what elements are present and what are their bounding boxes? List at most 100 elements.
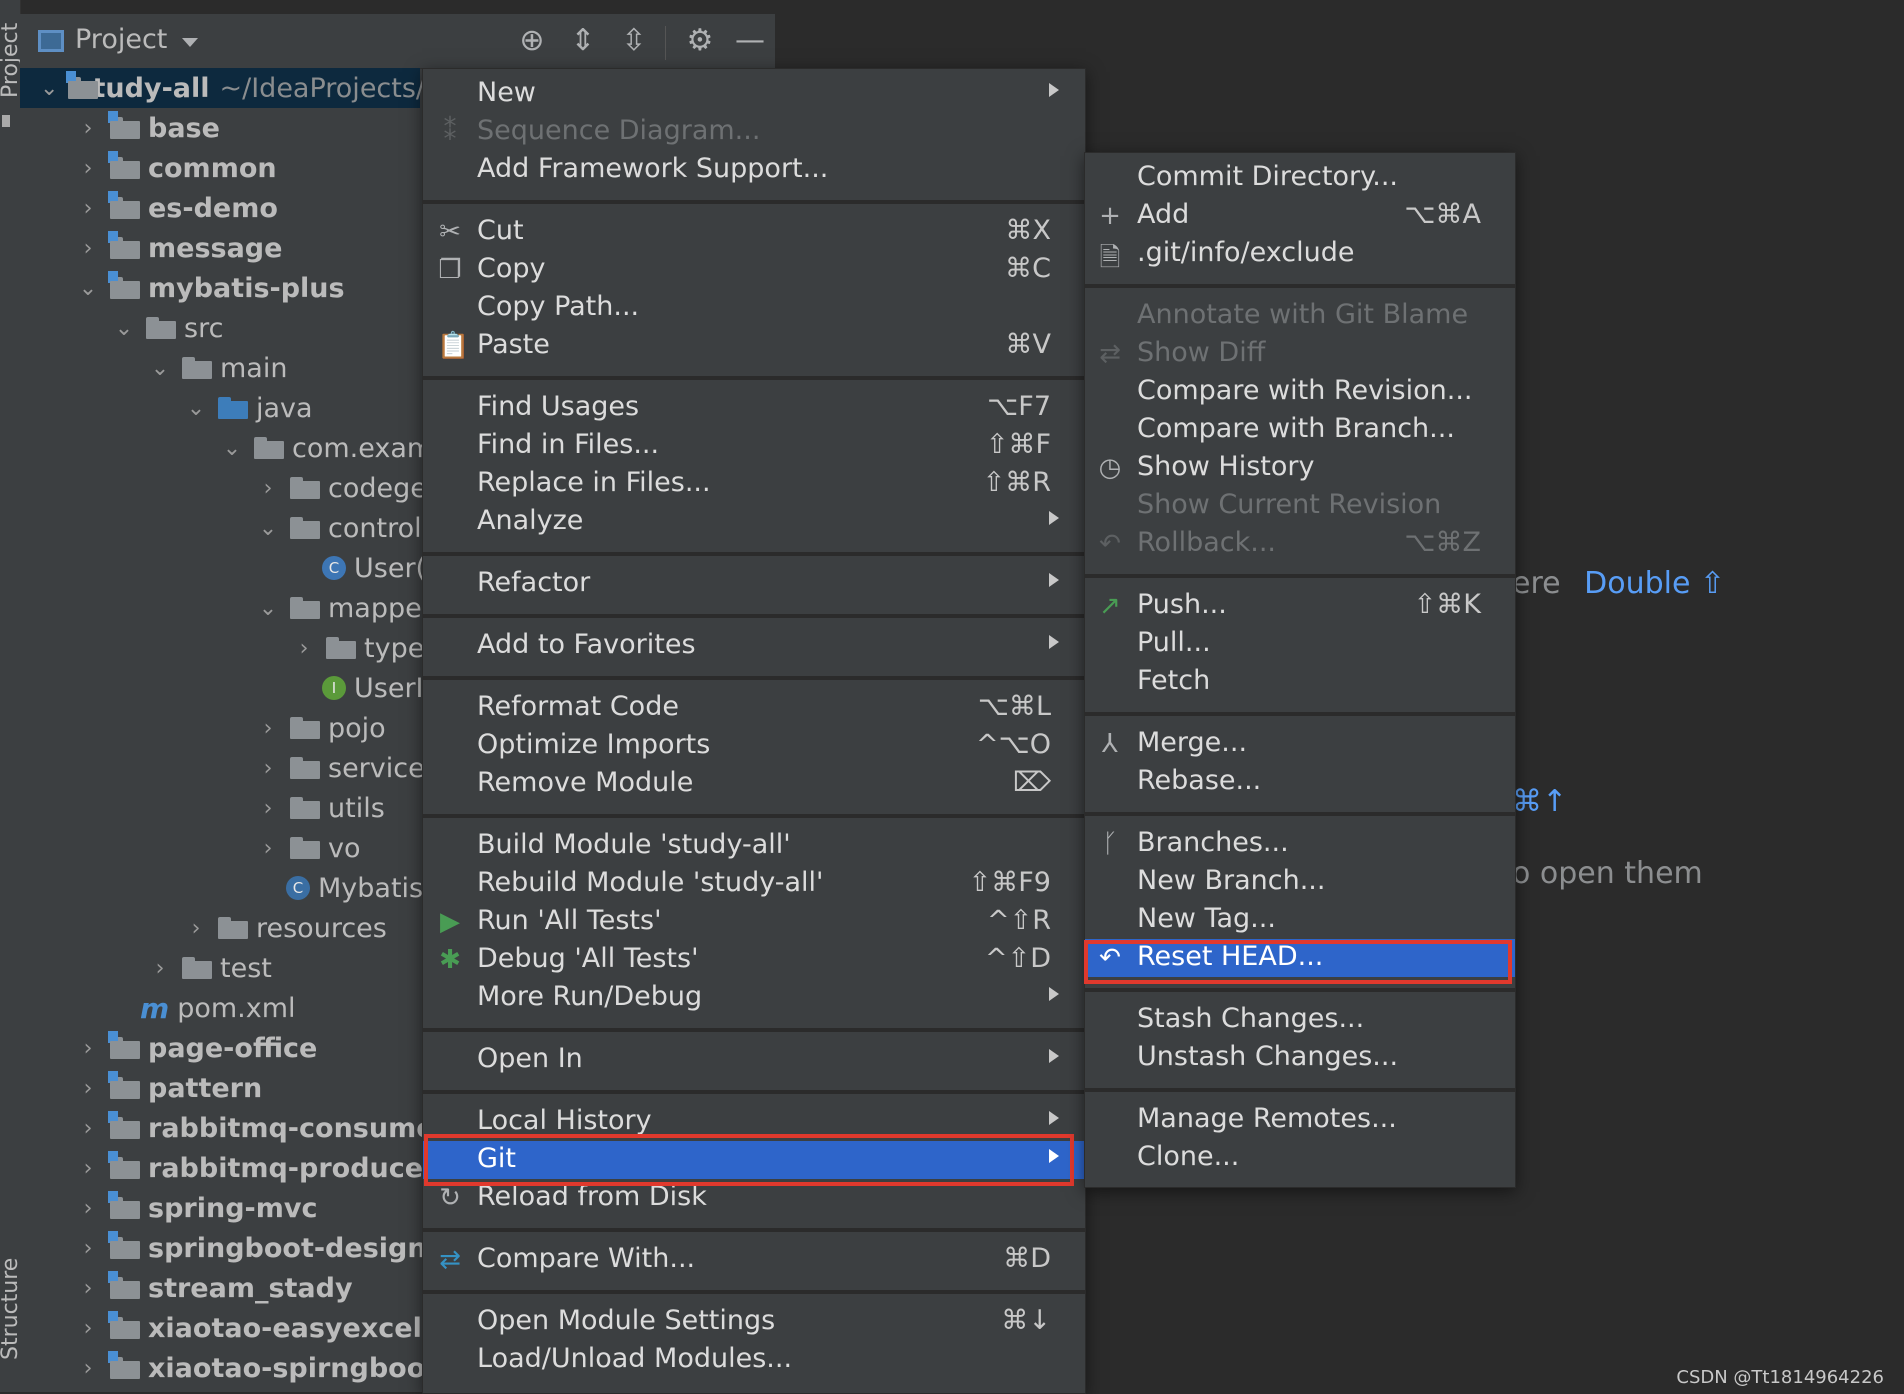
git-item-add[interactable]: + Add ⌥⌘A [1085, 197, 1515, 235]
tree-node-root[interactable]: ⌄ study-all ~/IdeaProjects/ [20, 68, 425, 108]
tree-node-folder[interactable]: › test [20, 948, 272, 988]
tree-node-package[interactable]: ⌄ controlle [20, 508, 446, 548]
menu-item-rebuild-module[interactable]: Rebuild Module 'study-all' ⇧⌘F9 [423, 865, 1085, 903]
chevron-down-icon[interactable]: ⌄ [148, 356, 172, 381]
menu-item-copy[interactable]: ❐ Copy ⌘C [423, 251, 1085, 289]
tree-node-module[interactable]: › rabbitmq-consumer [20, 1108, 448, 1148]
tree-node-module[interactable]: › common [20, 148, 277, 188]
menu-item-debug-all-tests[interactable]: ✱ Debug 'All Tests' ^⇧D [423, 941, 1085, 979]
tree-node-package[interactable]: › service [20, 748, 425, 788]
chevron-right-icon[interactable]: › [256, 796, 280, 821]
menu-item-load-unload-modules[interactable]: Load/Unload Modules... [423, 1341, 1085, 1379]
git-item-stash[interactable]: Stash Changes... [1085, 1001, 1515, 1039]
chevron-down-icon[interactable]: ⌄ [256, 596, 280, 621]
tree-node-folder[interactable]: › resources [20, 908, 387, 948]
chevron-right-icon[interactable]: › [76, 1116, 100, 1141]
menu-item-more-run-debug[interactable]: More Run/Debug [423, 979, 1085, 1017]
chevron-down-icon[interactable] [182, 38, 198, 47]
chevron-down-icon[interactable]: ⌄ [220, 436, 244, 461]
menu-item-build-module[interactable]: Build Module 'study-all' [423, 827, 1085, 865]
chevron-right-icon[interactable]: › [76, 156, 100, 181]
menu-item-add-to-favorites[interactable]: Add to Favorites [423, 627, 1085, 665]
chevron-right-icon[interactable]: › [76, 1356, 100, 1381]
menu-item-reformat-code[interactable]: Reformat Code ⌥⌘L [423, 689, 1085, 727]
git-item-fetch[interactable]: Fetch [1085, 663, 1515, 701]
project-view-title[interactable]: Project [75, 24, 167, 55]
tree-node-module[interactable]: › xiaotao-easyexcel [20, 1308, 422, 1348]
menu-item-compare-with[interactable]: ⇄ Compare With... ⌘D [423, 1241, 1085, 1279]
tree-node-package[interactable]: › pojo [20, 708, 386, 748]
tree-node-module[interactable]: › stream_stady [20, 1268, 353, 1308]
tree-node-module[interactable]: › base [20, 108, 220, 148]
menu-item-cut[interactable]: ✂ Cut ⌘X [423, 213, 1085, 251]
git-item-show-history[interactable]: ◷ Show History [1085, 449, 1515, 487]
gear-icon[interactable]: ⚙ [680, 20, 720, 60]
chevron-down-icon[interactable]: ⌄ [76, 276, 100, 301]
chevron-right-icon[interactable]: › [256, 836, 280, 861]
menu-item-remove-module[interactable]: Remove Module ⌦ [423, 765, 1085, 803]
chevron-down-icon[interactable]: ⌄ [184, 396, 208, 421]
menu-item-run-all-tests[interactable]: ▶ Run 'All Tests' ^⇧R [423, 903, 1085, 941]
menu-item-paste[interactable]: 📋 Paste ⌘V [423, 327, 1085, 365]
locate-icon[interactable]: ⊕ [512, 20, 552, 60]
menu-item-find-usages[interactable]: Find Usages ⌥F7 [423, 389, 1085, 427]
git-item-clone[interactable]: Clone... [1085, 1139, 1515, 1177]
tree-node-class[interactable]: C User( [20, 548, 426, 588]
git-item-manage-remotes[interactable]: Manage Remotes... [1085, 1101, 1515, 1139]
tree-node-package[interactable]: › utils [20, 788, 385, 828]
git-item-new-branch[interactable]: New Branch... [1085, 863, 1515, 901]
chevron-right-icon[interactable]: › [256, 716, 280, 741]
menu-item-optimize-imports[interactable]: Optimize Imports ^⌥O [423, 727, 1085, 765]
git-item-new-tag[interactable]: New Tag... [1085, 901, 1515, 939]
git-item-exclude[interactable]: 🗎 .git/info/exclude [1085, 235, 1515, 273]
git-item-unstash[interactable]: Unstash Changes... [1085, 1039, 1515, 1077]
git-item-merge[interactable]: ⅄ Merge... [1085, 725, 1515, 763]
tree-node-package[interactable]: ⌄ mapper [20, 588, 433, 628]
menu-item-add-framework-support[interactable]: Add Framework Support... [423, 151, 1085, 189]
chevron-right-icon[interactable]: › [76, 1036, 100, 1061]
chevron-right-icon[interactable]: › [76, 1276, 100, 1301]
chevron-right-icon[interactable]: › [76, 1316, 100, 1341]
menu-item-find-in-files[interactable]: Find in Files... ⇧⌘F [423, 427, 1085, 465]
menu-item-open-module-settings[interactable]: Open Module Settings ⌘↓ [423, 1303, 1085, 1341]
tree-node-interface[interactable]: I UserI [20, 668, 424, 708]
tree-node-module[interactable]: › message [20, 228, 282, 268]
chevron-down-icon[interactable]: ⌄ [112, 316, 136, 341]
tree-node-folder[interactable]: ⌄ java [20, 388, 313, 428]
chevron-down-icon[interactable]: ⌄ [256, 516, 280, 541]
tree-node-module[interactable]: › pattern [20, 1068, 262, 1108]
tree-node-class[interactable]: C Mybatis [20, 868, 423, 908]
tree-node-module[interactable]: › springboot-design-m [20, 1228, 466, 1268]
git-item-commit-directory[interactable]: Commit Directory... [1085, 159, 1515, 197]
chevron-right-icon[interactable]: › [76, 196, 100, 221]
chevron-right-icon[interactable]: › [76, 1196, 100, 1221]
chevron-right-icon[interactable]: › [76, 1236, 100, 1261]
collapse-all-icon[interactable]: ⇳ [614, 20, 654, 60]
tree-node-module[interactable]: › xiaotao-spirngboot [20, 1348, 438, 1388]
chevron-right-icon[interactable]: › [256, 476, 280, 501]
tree-node-folder[interactable]: ⌄ src [20, 308, 224, 348]
expand-all-icon[interactable]: ⇕ [563, 20, 603, 60]
chevron-right-icon[interactable]: › [76, 236, 100, 261]
tree-node-package[interactable]: ⌄ com.examp [20, 428, 451, 468]
tree-node-module[interactable]: ⌄ mybatis-plus [20, 268, 345, 308]
minimize-icon[interactable]: — [730, 20, 770, 60]
git-item-compare-revision[interactable]: Compare with Revision... [1085, 373, 1515, 411]
menu-item-analyze[interactable]: Analyze [423, 503, 1085, 541]
tree-node-package[interactable]: › vo [20, 828, 361, 868]
tree-node-module[interactable]: › es-demo [20, 188, 278, 228]
git-item-branches[interactable]: ᚴ Branches... [1085, 825, 1515, 863]
tree-node-module[interactable]: › page-office [20, 1028, 317, 1068]
tree-node-package[interactable]: › codeger [20, 468, 438, 508]
tree-node-module[interactable]: › spring-mvc [20, 1188, 317, 1228]
git-item-rebase[interactable]: Rebase... [1085, 763, 1515, 801]
menu-item-copy-path[interactable]: Copy Path... [423, 289, 1085, 327]
chevron-right-icon[interactable]: › [256, 756, 280, 781]
tree-node-package[interactable]: › type [20, 628, 425, 668]
chevron-right-icon[interactable]: › [76, 1156, 100, 1181]
tree-node-file[interactable]: m pom.xml [20, 988, 296, 1028]
chevron-right-icon[interactable]: › [76, 1076, 100, 1101]
tree-node-folder[interactable]: ⌄ main [20, 348, 288, 388]
tree-node-module[interactable]: › rabbitmq-producer [20, 1148, 436, 1188]
menu-item-replace-in-files[interactable]: Replace in Files... ⇧⌘R [423, 465, 1085, 503]
